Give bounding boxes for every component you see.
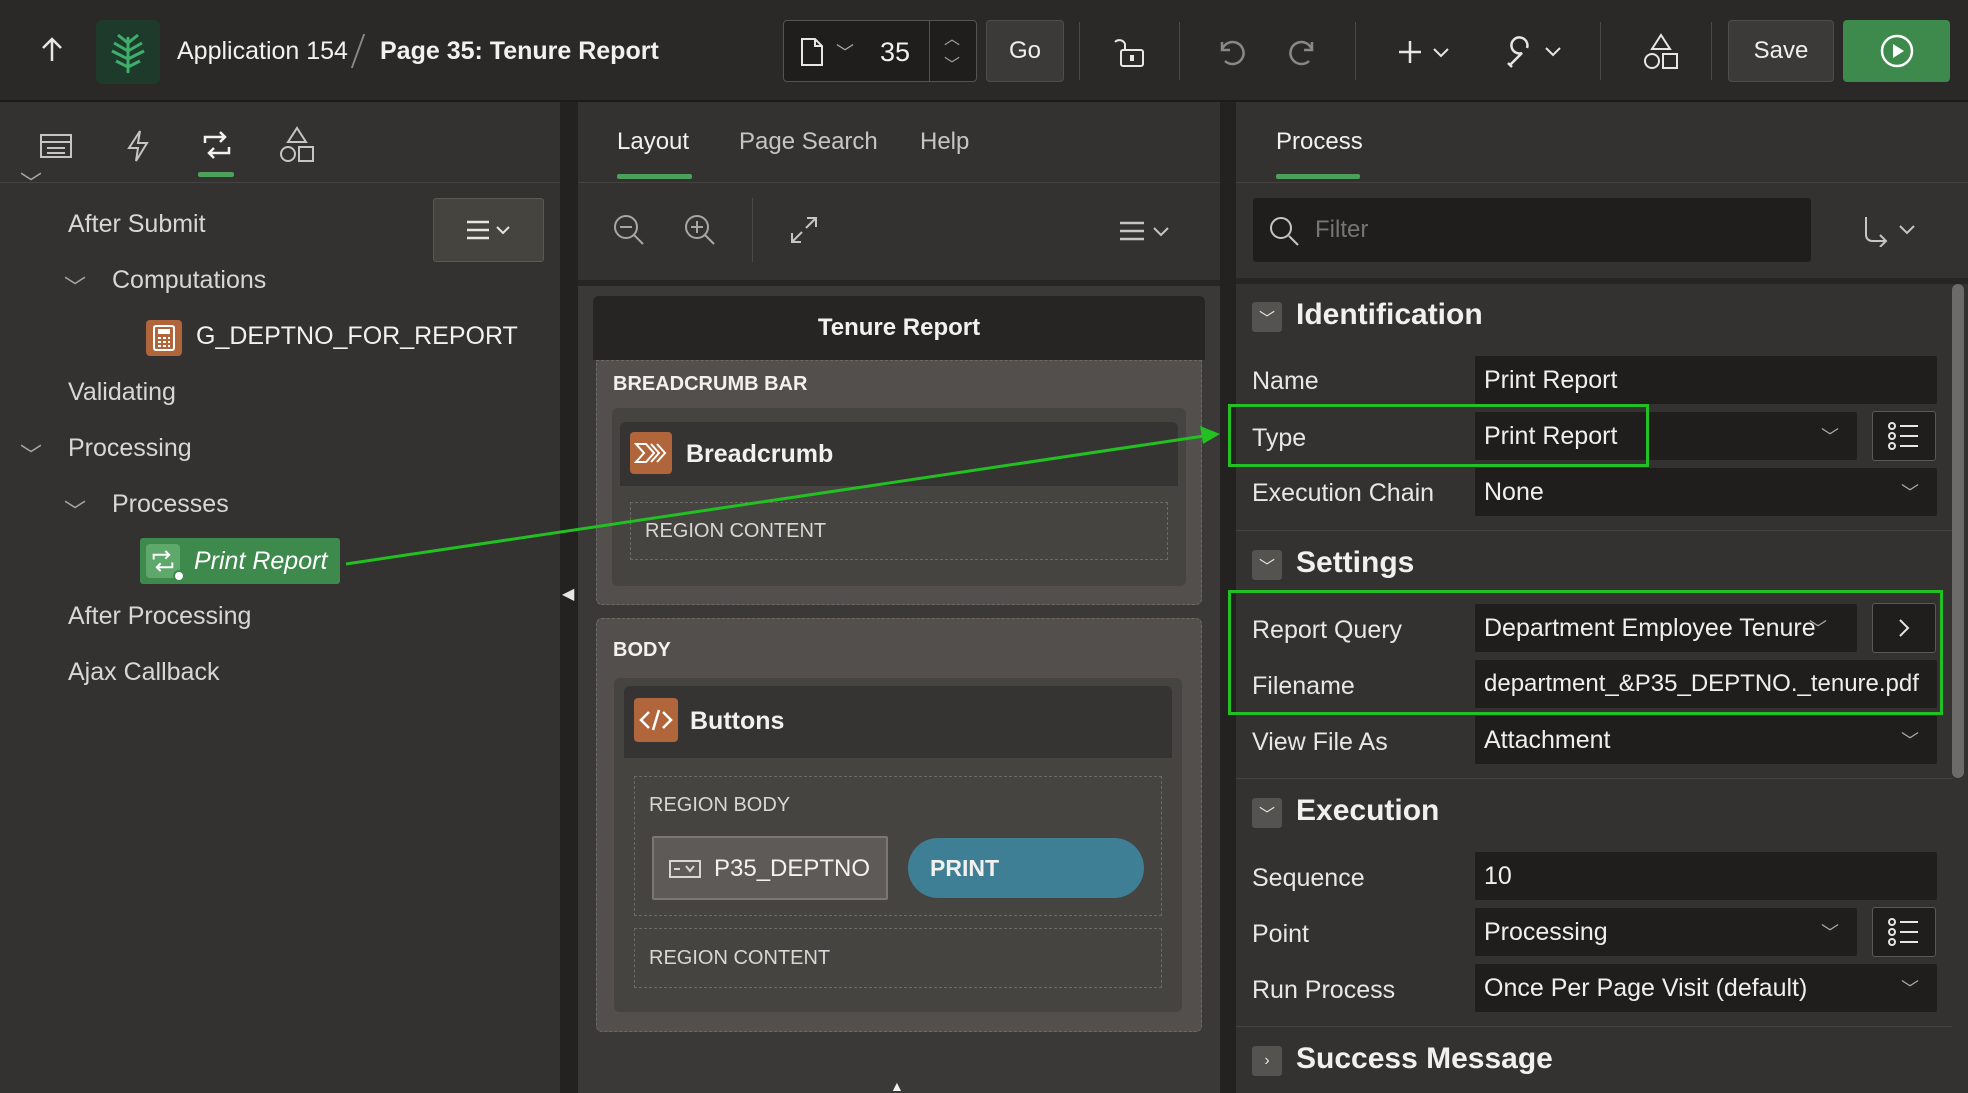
tree-computations[interactable]: Computations <box>112 266 266 295</box>
point-list-button[interactable] <box>1872 907 1936 957</box>
tree-computation-item[interactable]: G_DEPTNO_FOR_REPORT <box>196 322 518 351</box>
section-identification: Identification <box>1296 298 1483 331</box>
view-file-as-label: View File As <box>1252 728 1388 756</box>
page-selector[interactable]: ﹀ 35 ︿ ﹀ <box>783 20 977 82</box>
sequence-label: Sequence <box>1252 864 1365 892</box>
zoom-in-icon[interactable] <box>682 212 718 248</box>
tab-page-search[interactable]: Page Search <box>739 128 878 156</box>
chevron-down-icon[interactable]: ﹀ <box>64 494 86 526</box>
chevron-down-icon: ﹀ <box>1901 483 1919 503</box>
chevron-down-icon: ﹀ <box>1821 923 1839 943</box>
top-toolbar: Application 154 Page 35: Tenure Report ﹀… <box>0 0 1968 102</box>
sequence-field[interactable]: 10 <box>1475 852 1937 900</box>
redo-icon[interactable] <box>1286 34 1322 70</box>
calculator-icon <box>146 320 182 356</box>
utilities-icon[interactable] <box>1504 34 1568 70</box>
chevron-down-icon[interactable]: ﹀ <box>20 438 42 470</box>
chevron-down-icon: ﹀ <box>1901 979 1919 999</box>
breadcrumb-icon <box>630 432 672 474</box>
zoom-out-icon[interactable] <box>611 212 647 248</box>
page-icon[interactable] <box>798 37 826 67</box>
page-title: Page 35: Tenure Report <box>380 37 659 65</box>
collapse-left-icon[interactable]: ◀ <box>562 584 574 604</box>
section-execution: Execution <box>1296 794 1440 827</box>
point-label: Point <box>1252 920 1309 948</box>
chevron-down-icon[interactable]: ﹀ <box>64 270 86 302</box>
page-number-input[interactable]: 35 <box>880 37 910 68</box>
lock-icon[interactable] <box>1112 34 1148 70</box>
play-icon <box>1880 34 1913 68</box>
chevron-down-icon: ﹀ <box>1821 427 1839 447</box>
chevron-down-icon: ﹀ <box>1901 731 1919 751</box>
execution-chain-label: Execution Chain <box>1252 479 1435 507</box>
region-content-slot[interactable]: REGION CONTENT <box>634 928 1162 988</box>
collapse-execution-toggle[interactable]: ﹀ <box>1252 798 1282 828</box>
dynamic-actions-icon[interactable] <box>120 128 156 164</box>
view-file-as-select[interactable]: Attachment ﹀ <box>1475 716 1937 764</box>
tree-menu-button[interactable] <box>433 198 544 262</box>
menu-icon <box>466 220 510 240</box>
name-label: Name <box>1252 367 1319 395</box>
name-field[interactable]: Print Report <box>1475 356 1937 404</box>
collapse-identification-toggle[interactable]: ﹀ <box>1252 302 1282 332</box>
select-list-icon <box>668 856 702 882</box>
page-item-p35-deptno[interactable]: P35_DEPTNO <box>652 836 888 900</box>
tree-process-item-selected[interactable]: Print Report <box>140 538 340 584</box>
processing-icon[interactable] <box>198 126 236 164</box>
go-to-group-icon[interactable] <box>1860 214 1922 248</box>
type-highlight-box <box>1228 404 1649 467</box>
chevron-down-icon[interactable]: ﹀ <box>20 166 42 198</box>
tab-process[interactable]: Process <box>1276 128 1363 156</box>
tree-processing[interactable]: Processing <box>68 434 192 463</box>
rendering-icon[interactable] <box>38 128 74 164</box>
tab-layout[interactable]: Layout <box>617 128 689 156</box>
section-settings: Settings <box>1296 546 1415 579</box>
type-list-button[interactable] <box>1872 411 1936 461</box>
tab-help[interactable]: Help <box>920 128 969 156</box>
filter-input-box[interactable] <box>1253 198 1811 262</box>
buttons-region[interactable]: Buttons REGION BODY P35_DEPTNO PRINT REG… <box>614 678 1182 1012</box>
page-region-header[interactable]: Tenure Report <box>593 296 1205 360</box>
scrollbar[interactable] <box>1952 284 1964 778</box>
tree-after-processing[interactable]: After Processing <box>68 602 251 631</box>
undo-icon[interactable] <box>1212 34 1248 70</box>
collapse-settings-toggle[interactable]: ﹀ <box>1252 550 1282 580</box>
tree-after-submit[interactable]: After Submit <box>68 210 206 239</box>
expand-success-message-toggle[interactable]: › <box>1252 1046 1282 1076</box>
chevron-down-icon[interactable]: ﹀ <box>836 39 854 65</box>
code-icon <box>634 698 678 742</box>
go-button[interactable]: Go <box>986 20 1064 82</box>
app-logo-icon[interactable] <box>96 20 160 84</box>
list-icon <box>1888 422 1918 450</box>
search-icon <box>1267 214 1301 248</box>
shared-components-icon[interactable] <box>1642 32 1680 72</box>
section-success-message: Success Message <box>1296 1042 1553 1075</box>
breadcrumb-region[interactable]: Breadcrumb REGION CONTENT <box>612 408 1186 586</box>
execution-chain-select[interactable]: None ﹀ <box>1475 468 1937 516</box>
run-process-label: Run Process <box>1252 976 1396 1004</box>
point-select[interactable]: Processing ﹀ <box>1475 908 1857 956</box>
app-name[interactable]: Application 154 <box>177 37 348 66</box>
tree-validating[interactable]: Validating <box>68 378 176 407</box>
increment-icon[interactable]: ︿ <box>944 25 960 49</box>
scroll-up-indicator[interactable]: ▲ <box>890 1078 904 1093</box>
list-icon <box>1888 918 1918 946</box>
layout-menu-icon[interactable] <box>1118 216 1176 246</box>
print-button[interactable]: PRINT <box>908 838 1144 898</box>
settings-highlight-box <box>1228 590 1943 715</box>
decrement-icon[interactable]: ﹀ <box>944 51 960 75</box>
up-arrow-icon[interactable] <box>34 32 70 68</box>
save-button[interactable]: Save <box>1728 20 1834 82</box>
tree-processes[interactable]: Processes <box>112 490 229 519</box>
expand-icon[interactable] <box>786 212 822 248</box>
run-page-button[interactable] <box>1843 20 1950 82</box>
run-process-select[interactable]: Once Per Page Visit (default) ﹀ <box>1475 964 1937 1012</box>
region-content-slot[interactable]: REGION CONTENT <box>630 502 1168 560</box>
tree-ajax-callback[interactable]: Ajax Callback <box>68 658 219 687</box>
breadcrumb-separator <box>350 34 366 68</box>
shared-components-tab-icon[interactable] <box>278 126 316 164</box>
filter-input[interactable] <box>1315 212 1785 248</box>
create-icon[interactable] <box>1396 34 1456 70</box>
